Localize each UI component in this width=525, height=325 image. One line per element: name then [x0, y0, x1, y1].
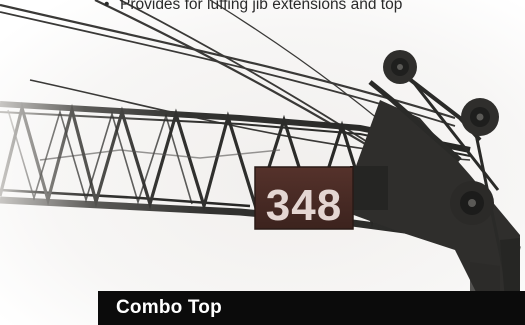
bullet-list-item: • Provides for luffing jib extensions and… [104, 0, 524, 17]
bullet-symbol: • [104, 0, 110, 13]
crane-boom-photo: 348 [0, 0, 525, 325]
boom-number-plate: 348 [254, 166, 354, 230]
section-heading: Combo Top [116, 297, 222, 318]
bullet-item-text: Provides for luffing jib extensions and … [120, 0, 403, 13]
boom-number: 348 [266, 181, 342, 230]
document-page: 348 • Provides for luffing jib extensions… [0, 0, 525, 325]
section-heading-bar: Combo Top [98, 291, 525, 325]
